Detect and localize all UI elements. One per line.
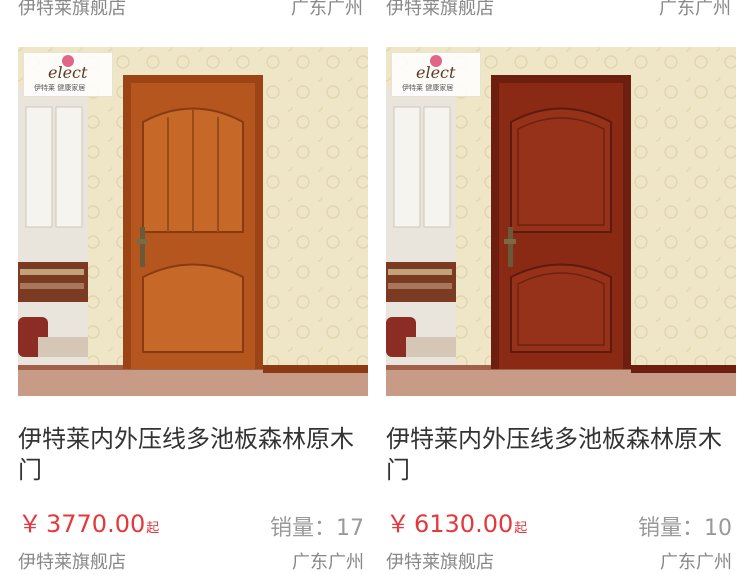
product-price: ￥ 3770.00起 <box>18 510 160 538</box>
shop-location: 广东广州 <box>292 552 364 573</box>
door-room-illustration <box>18 47 368 396</box>
brand-logo: elect 伊特莱 健康家居 <box>391 52 481 97</box>
shop-name[interactable]: 伊特莱旗舰店 <box>18 548 126 574</box>
product-price: ￥ 6130.00起 <box>386 510 528 538</box>
sales-count: 销量：10 <box>637 516 732 541</box>
product-image[interactable]: elect 伊特莱 健康家居 <box>386 47 736 396</box>
sales-count: 销量：17 <box>269 516 364 541</box>
door-room-illustration <box>386 47 736 396</box>
shop-location: 广东广州 <box>659 0 731 19</box>
shop-name[interactable]: 伊特莱旗舰店 <box>386 0 494 20</box>
shop-location: 广东广州 <box>660 552 732 573</box>
shop-location: 广东广州 <box>291 0 363 19</box>
previous-row-footer: 伊特莱旗舰店 广东广州 伊特莱旗舰店 广东广州 <box>0 0 750 20</box>
shop-name[interactable]: 伊特莱旗舰店 <box>386 548 494 574</box>
brand-logo: elect 伊特莱 健康家居 <box>23 52 113 97</box>
product-title[interactable]: 伊特莱内外压线多池板森林原木门 <box>386 424 736 486</box>
shop-name[interactable]: 伊特莱旗舰店 <box>18 0 126 20</box>
product-image[interactable]: elect 伊特莱 健康家居 <box>18 47 368 396</box>
product-title[interactable]: 伊特莱内外压线多池板森林原木门 <box>18 424 368 486</box>
